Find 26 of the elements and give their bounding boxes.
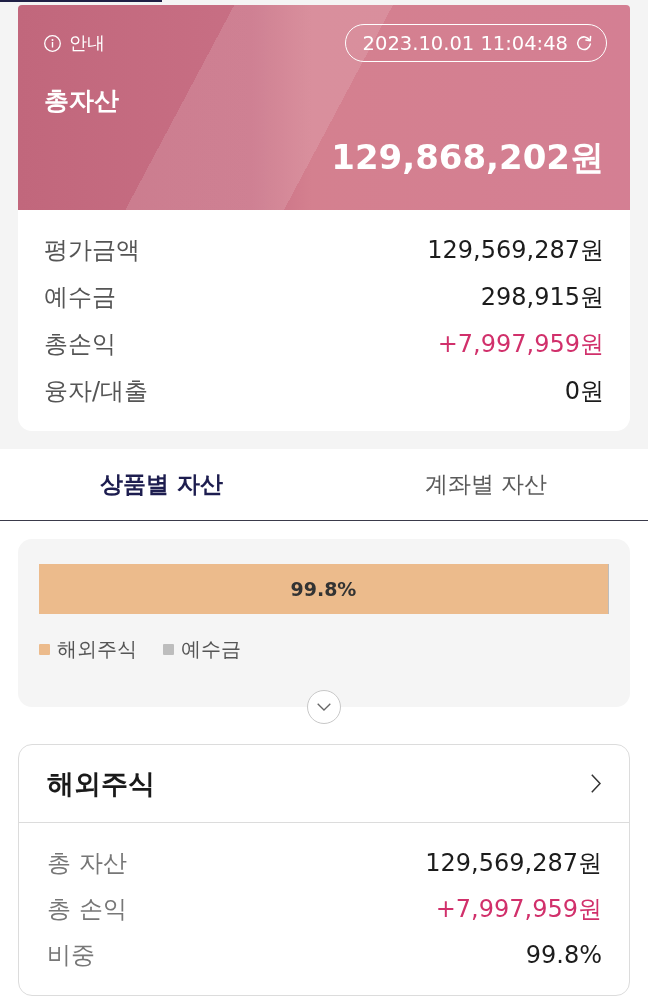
summary-label: 총손익 [44,328,116,360]
refresh-icon [576,35,592,51]
allocation-percent: 99.8% [290,578,357,600]
summary-value: 298,915원 [480,281,604,313]
info-button[interactable]: 안내 [44,31,105,55]
summary-label: 융자/대출 [44,375,149,407]
chevron-down-icon [317,703,331,711]
info-icon [44,34,61,52]
summary-value: 0원 [564,375,604,407]
product-value: +7,997,959원 [435,894,602,925]
total-assets-amount: 129,868,202원 [331,136,605,179]
summary-label: 평가금액 [44,234,140,266]
total-assets-title: 총자산 [44,86,119,116]
product-label: 총 자산 [47,848,127,879]
legend-label: 예수금 [181,637,241,661]
summary-value: 129,569,287원 [427,234,604,266]
product-label: 비중 [47,940,95,971]
summary-label: 예수금 [44,281,116,313]
detail-button[interactable] [591,774,601,793]
product-value: 99.8% [525,941,602,969]
legend-label: 해외주식 [57,637,137,661]
product-value: 129,569,287원 [425,848,602,879]
summary-value: +7,997,959원 [437,328,604,360]
chevron-right-icon [591,774,601,793]
product-label: 총 손익 [47,894,127,925]
product-title: 해외주식 [47,766,155,801]
